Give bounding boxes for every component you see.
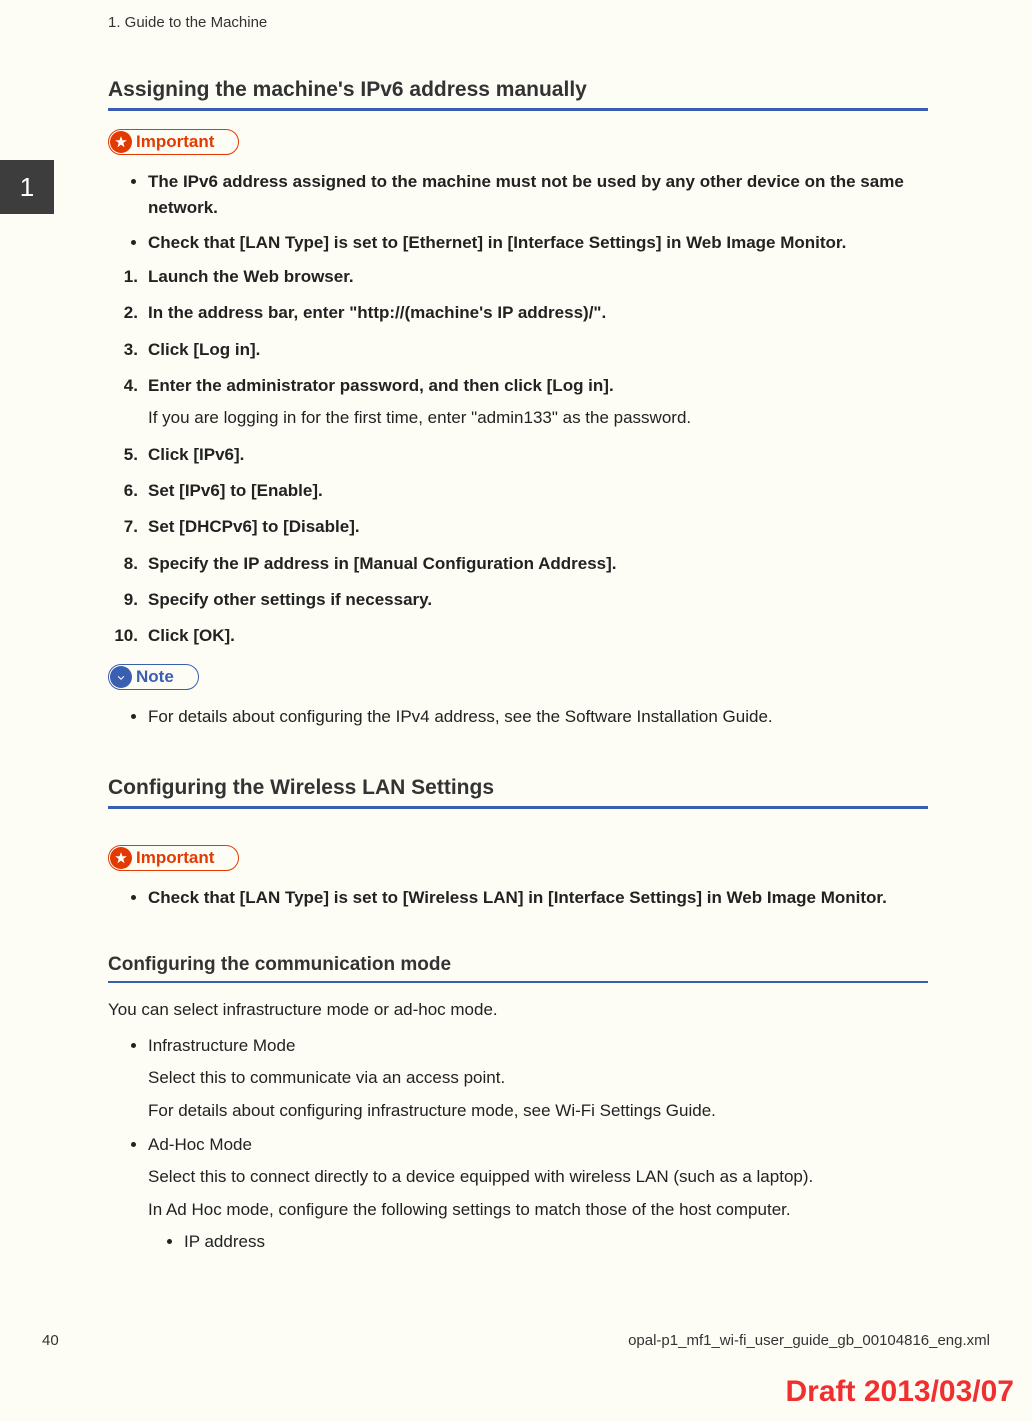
mode-desc: For details about configuring infrastruc… xyxy=(148,1098,928,1124)
mode-desc: Select this to connect directly to a dev… xyxy=(148,1164,928,1190)
step-text: Click [IPv6]. xyxy=(148,445,244,464)
star-icon xyxy=(110,131,132,153)
list-item: Ad-Hoc Mode Select this to connect direc… xyxy=(148,1132,928,1255)
step-text: Launch the Web browser. xyxy=(148,267,354,286)
list-item: IP address xyxy=(184,1229,928,1255)
important-callout: Important xyxy=(108,845,239,871)
intro-text: You can select infrastructure mode or ad… xyxy=(108,997,928,1023)
section-heading-wlan: Configuring the Wireless LAN Settings xyxy=(108,776,928,809)
step: Launch the Web browser. xyxy=(108,264,928,290)
mode-name: Infrastructure Mode xyxy=(148,1036,295,1055)
step: Click [IPv6]. xyxy=(108,442,928,468)
step: Click [OK]. xyxy=(108,623,928,649)
step-text: Specify the IP address in [Manual Config… xyxy=(148,554,617,573)
mode-name: Ad-Hoc Mode xyxy=(148,1135,252,1154)
draft-stamp: Draft 2013/03/07 xyxy=(786,1375,1015,1409)
star-icon xyxy=(110,847,132,869)
step: Specify other settings if necessary. xyxy=(108,587,928,613)
arrow-down-icon xyxy=(110,666,132,688)
step-text: Specify other settings if necessary. xyxy=(148,590,432,609)
step-text: Click [OK]. xyxy=(148,626,235,645)
step-text: Set [IPv6] to [Enable]. xyxy=(148,481,323,500)
source-filename: opal-p1_mf1_wi-fi_user_guide_gb_00104816… xyxy=(628,1332,990,1349)
chapter-tab: 1 xyxy=(0,160,54,214)
step: Set [IPv6] to [Enable]. xyxy=(108,478,928,504)
page-number: 40 xyxy=(42,1332,59,1349)
step: Enter the administrator password, and th… xyxy=(108,373,928,432)
important-bullets: The IPv6 address assigned to the machine… xyxy=(148,169,928,256)
sub-settings-list: IP address xyxy=(184,1229,928,1255)
step-text: Set [DHCPv6] to [Disable]. xyxy=(148,517,360,536)
list-item: Check that [LAN Type] is set to [Etherne… xyxy=(148,230,928,256)
procedure-steps: Launch the Web browser. In the address b… xyxy=(108,264,928,650)
note-callout: Note xyxy=(108,664,199,690)
step-text: Click [Log in]. xyxy=(148,340,260,359)
note-label: Note xyxy=(136,667,174,687)
section-heading-comm-mode: Configuring the communication mode xyxy=(108,954,928,983)
step: Set [DHCPv6] to [Disable]. xyxy=(108,514,928,540)
step-note: If you are logging in for the first time… xyxy=(148,405,928,431)
important-label: Important xyxy=(136,848,214,868)
important-bullets: Check that [LAN Type] is set to [Wireles… xyxy=(148,885,928,911)
list-item: Check that [LAN Type] is set to [Wireles… xyxy=(148,885,928,911)
step: In the address bar, enter "http://(machi… xyxy=(108,300,928,326)
important-callout: Important xyxy=(108,129,239,155)
page-content: Assigning the machine's IPv6 address man… xyxy=(108,78,928,1263)
page-footer: 40 opal-p1_mf1_wi-fi_user_guide_gb_00104… xyxy=(42,1332,990,1349)
list-item: Infrastructure Mode Select this to commu… xyxy=(148,1033,928,1124)
step-text: Enter the administrator password, and th… xyxy=(148,376,614,395)
mode-desc: In Ad Hoc mode, configure the following … xyxy=(148,1197,928,1223)
running-header: 1. Guide to the Machine xyxy=(108,14,267,31)
mode-desc: Select this to communicate via an access… xyxy=(148,1065,928,1091)
note-bullets: For details about configuring the IPv4 a… xyxy=(148,704,928,730)
important-label: Important xyxy=(136,132,214,152)
step: Specify the IP address in [Manual Config… xyxy=(108,551,928,577)
step-text: In the address bar, enter "http://(machi… xyxy=(148,303,606,322)
section-heading-ipv6: Assigning the machine's IPv6 address man… xyxy=(108,78,928,111)
list-item: For details about configuring the IPv4 a… xyxy=(148,704,928,730)
list-item: The IPv6 address assigned to the machine… xyxy=(148,169,928,222)
mode-list: Infrastructure Mode Select this to commu… xyxy=(148,1033,928,1255)
step: Click [Log in]. xyxy=(108,337,928,363)
